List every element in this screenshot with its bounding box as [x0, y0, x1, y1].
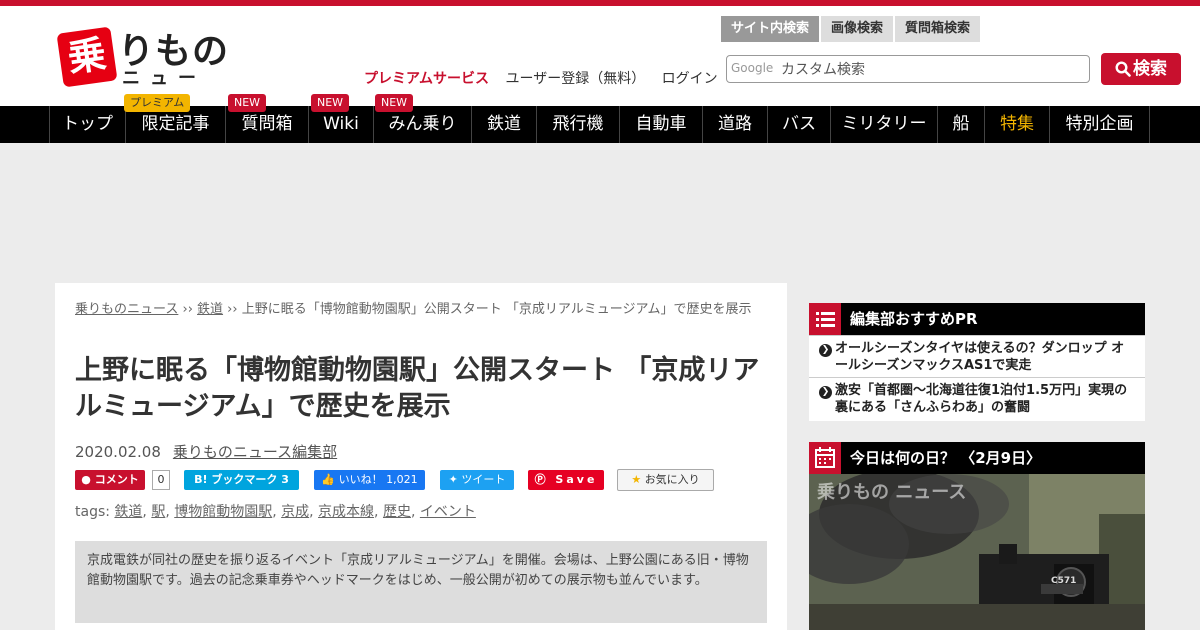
- logo-kanji: 乗: [56, 26, 118, 88]
- breadcrumb-separator: ››: [178, 302, 198, 317]
- image-watermark: 乗りもの ニュース: [817, 482, 967, 503]
- tweet-button[interactable]: ✦ ツイート: [440, 470, 514, 490]
- article-card: 乗りものニュース ›› 鉄道 ›› 上野に眠る「博物館動物園駅」公開スタート 「…: [55, 283, 787, 630]
- pr-item-text: 激安「首都圏～北海道往復1泊付1.5万円」実現の裏にある「さんふらわあ」の奮闘: [835, 383, 1128, 415]
- premium-service-link[interactable]: プレミアムサービス: [364, 71, 489, 87]
- today-title: 今日は何の日？ 〈2月9日〉: [850, 449, 1042, 467]
- tag-link[interactable]: 京成: [281, 504, 309, 520]
- register-link[interactable]: ユーザー登録（無料）: [505, 71, 645, 87]
- google-label: Google: [731, 61, 774, 75]
- chevron-right-icon: ❯: [819, 386, 832, 399]
- ad-banner-area: [0, 143, 1200, 283]
- breadcrumb: 乗りものニュース ›› 鉄道 ›› 上野に眠る「博物館動物園駅」公開スタート 「…: [75, 301, 775, 319]
- tag-link[interactable]: 博物館動物園駅: [174, 504, 272, 520]
- tab-site-search[interactable]: サイト内検索: [721, 16, 820, 42]
- like-label: いいね！ 1,021: [338, 473, 418, 486]
- nav-item-special-project[interactable]: 特別企画: [1050, 106, 1150, 143]
- premium-badge: プレミアム: [124, 94, 191, 112]
- list-icon: [809, 303, 841, 335]
- editor-pr-header: 編集部おすすめPR: [809, 303, 1145, 335]
- comment-button[interactable]: ● コメント: [75, 470, 145, 490]
- search-icon: [1115, 61, 1131, 77]
- editor-pr-title: 編集部おすすめPR: [850, 310, 978, 328]
- thumbs-up-icon: 👍: [321, 473, 336, 486]
- pinterest-icon: Ⓟ: [534, 473, 549, 486]
- facebook-like-button[interactable]: 👍 いいね！ 1,021: [314, 470, 425, 490]
- header-links: プレミアムサービス ユーザー登録（無料） ログイン: [364, 68, 730, 88]
- tab-question-search[interactable]: 質問箱検索: [895, 16, 981, 42]
- speech-bubble-icon: ●: [81, 473, 91, 486]
- editor-pr-box: 編集部おすすめPR ❯ オールシーズンタイヤは使えるの？ダンロップ オールシーズン…: [809, 303, 1145, 421]
- fav-label: お気に入り: [644, 473, 700, 486]
- chevron-right-icon: ❯: [819, 344, 832, 357]
- new-badge-wiki: NEW: [311, 94, 350, 112]
- today-header: 今日は何の日？ 〈2月9日〉: [809, 442, 1145, 474]
- nav-item-aircraft[interactable]: 飛行機: [537, 106, 620, 143]
- article-meta: 2020.02.08 乗りものニュース編集部: [75, 441, 337, 462]
- breadcrumb-category[interactable]: 鉄道: [197, 302, 223, 317]
- today-box: 今日は何の日？ 〈2月9日〉 乗りもの ニュース C571: [809, 442, 1145, 630]
- nav-item-military[interactable]: ミリタリー: [831, 106, 938, 143]
- comment-count: 0: [152, 470, 170, 490]
- nav-item-feature[interactable]: 特集: [985, 106, 1050, 143]
- favorite-button[interactable]: ★ お気に入り: [617, 469, 714, 491]
- calendar-icon: [809, 442, 841, 474]
- nav-item-railway[interactable]: 鉄道: [472, 106, 537, 143]
- pin-label: Save: [555, 473, 598, 486]
- breadcrumb-current: 上野に眠る「博物館動物園駅」公開スタート 「京成リアルミュージアム」で歴史を展示: [241, 302, 752, 317]
- site-logo[interactable]: 乗 りもの ニュース: [56, 24, 230, 115]
- search-placeholder: カスタム検索: [781, 62, 865, 78]
- article-author[interactable]: 乗りものニュース編集部: [173, 443, 337, 461]
- new-badge-questions: NEW: [228, 94, 267, 112]
- article-lead: 京成電鉄が同社の歴史を振り返るイベント「京成リアルミュージアム」を開催。会場は、…: [75, 541, 767, 623]
- login-link[interactable]: ログイン: [662, 71, 718, 87]
- tag-link[interactable]: 京成本線: [318, 504, 374, 520]
- locomotive-number: C571: [1051, 576, 1077, 586]
- article-tags: tags: 鉄道, 駅, 博物館動物園駅, 京成, 京成本線, 歴史, イベント: [75, 504, 476, 520]
- search-button[interactable]: 検索: [1101, 53, 1181, 85]
- search-tabs: サイト内検索 画像検索 質問箱検索: [721, 16, 982, 42]
- pr-item[interactable]: ❯ 激安「首都圏～北海道往復1泊付1.5万円」実現の裏にある「さんふらわあ」の奮闘: [809, 377, 1145, 419]
- pinterest-save-button[interactable]: Ⓟ Save: [528, 470, 604, 490]
- site-header: 乗 りもの ニュース プレミアムサービス ユーザー登録（無料） ログイン サイト…: [0, 6, 1200, 115]
- tab-image-search[interactable]: 画像検索: [821, 16, 894, 42]
- tag-link[interactable]: 歴史: [383, 504, 411, 520]
- tweet-label: ツイート: [461, 473, 506, 486]
- pr-item-text: オールシーズンタイヤは使えるの？ダンロップ オールシーズンマックスAS1で実走: [835, 341, 1125, 373]
- article-title: 上野に眠る「博物館動物園駅」公開スタート 「京成リアルミュージアム」で歴史を展示: [75, 355, 760, 422]
- twitter-bird-icon: ✦: [448, 473, 458, 486]
- tags-label: tags:: [75, 504, 110, 520]
- hatena-bookmark-button[interactable]: B! ブックマーク 3: [184, 470, 299, 490]
- tag-link[interactable]: 鉄道: [114, 504, 142, 520]
- pr-item[interactable]: ❯ オールシーズンタイヤは使えるの？ダンロップ オールシーズンマックスAS1で実走: [809, 335, 1145, 377]
- breadcrumb-home[interactable]: 乗りものニュース: [75, 302, 178, 317]
- comment-label: コメント: [94, 473, 139, 486]
- nav-item-bus[interactable]: バス: [768, 106, 831, 143]
- breadcrumb-separator: ››: [223, 302, 242, 317]
- nav-item-top[interactable]: トップ: [49, 106, 126, 143]
- tag-link[interactable]: 駅: [151, 504, 165, 520]
- star-icon: ★: [631, 473, 642, 486]
- search-button-label: 検索: [1133, 59, 1167, 79]
- tag-link[interactable]: イベント: [420, 504, 476, 520]
- nav-item-road[interactable]: 道路: [703, 106, 768, 143]
- steam-locomotive-photo[interactable]: 乗りもの ニュース C571: [809, 474, 1145, 630]
- search-input[interactable]: Google カスタム検索: [726, 55, 1090, 83]
- nav-item-car[interactable]: 自動車: [620, 106, 703, 143]
- new-badge-minnori: NEW: [375, 94, 414, 112]
- nav-item-ship[interactable]: 船: [938, 106, 985, 143]
- article-date: 2020.02.08: [75, 443, 161, 461]
